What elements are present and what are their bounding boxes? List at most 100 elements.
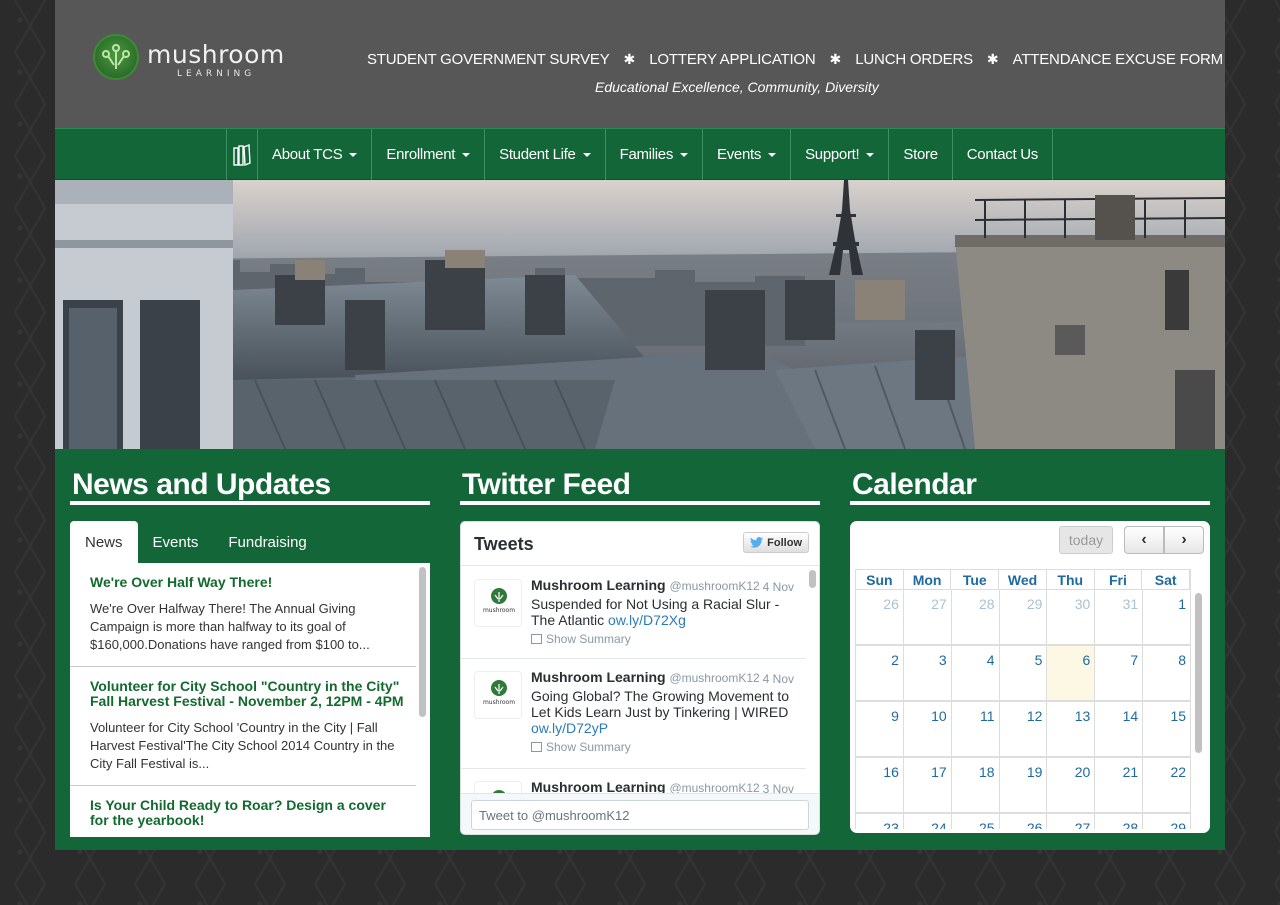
prev-month-button[interactable]: ‹ bbox=[1124, 526, 1164, 554]
nav-enrollment[interactable]: Enrollment bbox=[372, 129, 486, 180]
calendar-day[interactable]: 16 bbox=[856, 757, 904, 813]
caret-down-icon bbox=[768, 152, 777, 157]
nav-student-life[interactable]: Student Life bbox=[485, 129, 606, 180]
calendar-day[interactable]: 26 bbox=[856, 589, 904, 645]
tweet-box: Tweet to @mushroomK12 bbox=[461, 793, 819, 834]
tweet-date[interactable]: 4 Nov bbox=[763, 671, 794, 687]
calendar-day[interactable]: 3 bbox=[903, 645, 952, 701]
nav-support[interactable]: Support! bbox=[791, 129, 890, 180]
calendar-heading: Calendar bbox=[850, 469, 1210, 505]
avatar[interactable] bbox=[474, 781, 522, 793]
tweet-list[interactable]: mushroom Mushroom Learning @mushroomK12 4… bbox=[461, 567, 806, 793]
calendar-day[interactable]: 13 bbox=[1047, 701, 1096, 757]
news-item-title[interactable]: We're Over Half Way There! bbox=[90, 575, 404, 590]
news-item[interactable]: Volunteer for City School "Country in th… bbox=[70, 667, 416, 786]
news-item[interactable]: Is Your Child Ready to Roar? Design a co… bbox=[70, 786, 416, 837]
calendar-day[interactable]: 7 bbox=[1095, 645, 1144, 701]
calendar-day[interactable]: 2 bbox=[856, 645, 904, 701]
news-scrollbar[interactable] bbox=[419, 567, 426, 717]
calendar-day[interactable]: 8 bbox=[1143, 645, 1191, 701]
avatar[interactable]: mushroom bbox=[474, 671, 522, 719]
calendar-scrollbar[interactable] bbox=[1195, 593, 1202, 753]
toplink-attendance[interactable]: ATTENDANCE EXCUSE FORM bbox=[1013, 51, 1224, 68]
nav-contact[interactable]: Contact Us bbox=[953, 129, 1053, 180]
tweet-link[interactable]: ow.ly/D72Xg bbox=[608, 612, 686, 628]
calendar-day[interactable]: 19 bbox=[999, 757, 1048, 813]
calendar-day[interactable]: 27 bbox=[903, 589, 952, 645]
calendar-day[interactable]: 22 bbox=[1143, 757, 1191, 813]
day-header: Thu bbox=[1047, 570, 1095, 590]
tweet-scrollbar[interactable] bbox=[809, 570, 816, 588]
calendar-day[interactable]: 11 bbox=[951, 701, 1000, 757]
toplink-lottery[interactable]: LOTTERY APPLICATION bbox=[649, 51, 815, 68]
calendar-day[interactable]: 20 bbox=[1047, 757, 1096, 813]
tweet[interactable]: Mushroom Learning @mushroomK12 3 Nov bbox=[461, 769, 806, 793]
show-summary[interactable]: Show Summary bbox=[531, 632, 796, 646]
twitter-header: Tweets Follow bbox=[461, 522, 819, 566]
tab-news[interactable]: News bbox=[70, 521, 138, 563]
today-button[interactable]: today bbox=[1059, 526, 1113, 554]
news-list[interactable]: We're Over Half Way There! We're Over Ha… bbox=[70, 563, 430, 837]
calendar-day[interactable]: 14 bbox=[1095, 701, 1144, 757]
calendar-day[interactable]: 18 bbox=[951, 757, 1000, 813]
tweet-link[interactable]: ow.ly/D72yP bbox=[531, 720, 608, 736]
calendar-day[interactable]: 15 bbox=[1143, 701, 1191, 757]
calendar-day[interactable]: 29 bbox=[999, 589, 1048, 645]
calendar-day[interactable]: 12 bbox=[999, 701, 1048, 757]
news-item[interactable]: We're Over Half Way There! We're Over Ha… bbox=[70, 563, 416, 667]
caret-down-icon bbox=[349, 152, 358, 157]
tweet-handle[interactable]: @mushroomK12 bbox=[669, 671, 759, 685]
tweet-date[interactable]: 4 Nov bbox=[763, 579, 794, 595]
next-month-button[interactable]: › bbox=[1164, 526, 1204, 554]
tweet[interactable]: mushroom Mushroom Learning @mushroomK12 4… bbox=[461, 567, 806, 659]
calendar-day[interactable]: 21 bbox=[1095, 757, 1144, 813]
calendar-day[interactable]: 10 bbox=[903, 701, 952, 757]
calendar-week: 2345678 bbox=[855, 645, 1191, 702]
follow-button[interactable]: Follow bbox=[743, 532, 809, 553]
calendar-day[interactable]: 1 bbox=[1143, 589, 1191, 645]
news-item-title[interactable]: Volunteer for City School "Country in th… bbox=[90, 679, 404, 709]
page: mushroom LEARNING STUDENT GOVERNMENT SUR… bbox=[55, 0, 1225, 850]
tweet-handle[interactable]: @mushroomK12 bbox=[669, 781, 759, 793]
nav-events[interactable]: Events bbox=[703, 129, 792, 180]
calendar-day[interactable]: 28 bbox=[951, 589, 1000, 645]
summary-icon bbox=[531, 634, 542, 644]
calendar-day[interactable]: 9 bbox=[856, 701, 904, 757]
tweet[interactable]: mushroom Mushroom Learning @mushroomK12 4… bbox=[461, 659, 806, 769]
show-summary[interactable]: Show Summary bbox=[531, 740, 796, 754]
chevron-right-icon: › bbox=[1181, 531, 1187, 548]
calendar-day[interactable]: 5 bbox=[999, 645, 1048, 701]
calendar-day[interactable]: 17 bbox=[903, 757, 952, 813]
tweet-date[interactable]: 3 Nov bbox=[763, 781, 794, 793]
calendar-day[interactable]: 30 bbox=[1047, 589, 1096, 645]
tweet-author[interactable]: Mushroom Learning bbox=[531, 577, 666, 593]
calendar-day[interactable]: 6 bbox=[1047, 645, 1096, 701]
separator-icon: ✱ bbox=[829, 50, 842, 67]
news-item-title[interactable]: Is Your Child Ready to Roar? Design a co… bbox=[90, 798, 404, 828]
caret-down-icon bbox=[866, 152, 875, 157]
tweet-author[interactable]: Mushroom Learning bbox=[531, 779, 666, 793]
tab-fundraising[interactable]: Fundraising bbox=[213, 521, 321, 563]
calendar-day[interactable]: 29 bbox=[1143, 813, 1191, 829]
toplink-lunch[interactable]: LUNCH ORDERS bbox=[855, 51, 973, 68]
books-icon[interactable] bbox=[227, 129, 258, 180]
calendar-day[interactable]: 23 bbox=[856, 813, 904, 829]
nav-families[interactable]: Families bbox=[606, 129, 704, 180]
calendar-day[interactable]: 27 bbox=[1047, 813, 1096, 829]
avatar[interactable]: mushroom bbox=[474, 579, 522, 627]
tweet-input[interactable]: Tweet to @mushroomK12 bbox=[471, 800, 809, 830]
nav-about[interactable]: About TCS bbox=[258, 129, 373, 180]
tweet-author[interactable]: Mushroom Learning bbox=[531, 669, 666, 685]
calendar-day[interactable]: 25 bbox=[951, 813, 1000, 829]
tweet-handle[interactable]: @mushroomK12 bbox=[669, 579, 759, 593]
calendar-day[interactable]: 4 bbox=[951, 645, 1000, 701]
calendar-day[interactable]: 28 bbox=[1095, 813, 1144, 829]
site-logo[interactable]: mushroom LEARNING bbox=[93, 34, 293, 84]
toplink-survey[interactable]: STUDENT GOVERNMENT SURVEY bbox=[367, 51, 610, 68]
calendar-day[interactable]: 24 bbox=[903, 813, 952, 829]
nav-store[interactable]: Store bbox=[889, 129, 953, 180]
tab-events[interactable]: Events bbox=[138, 521, 214, 563]
site-header: mushroom LEARNING STUDENT GOVERNMENT SUR… bbox=[55, 0, 1225, 128]
calendar-day[interactable]: 31 bbox=[1095, 589, 1144, 645]
calendar-day[interactable]: 26 bbox=[999, 813, 1048, 829]
